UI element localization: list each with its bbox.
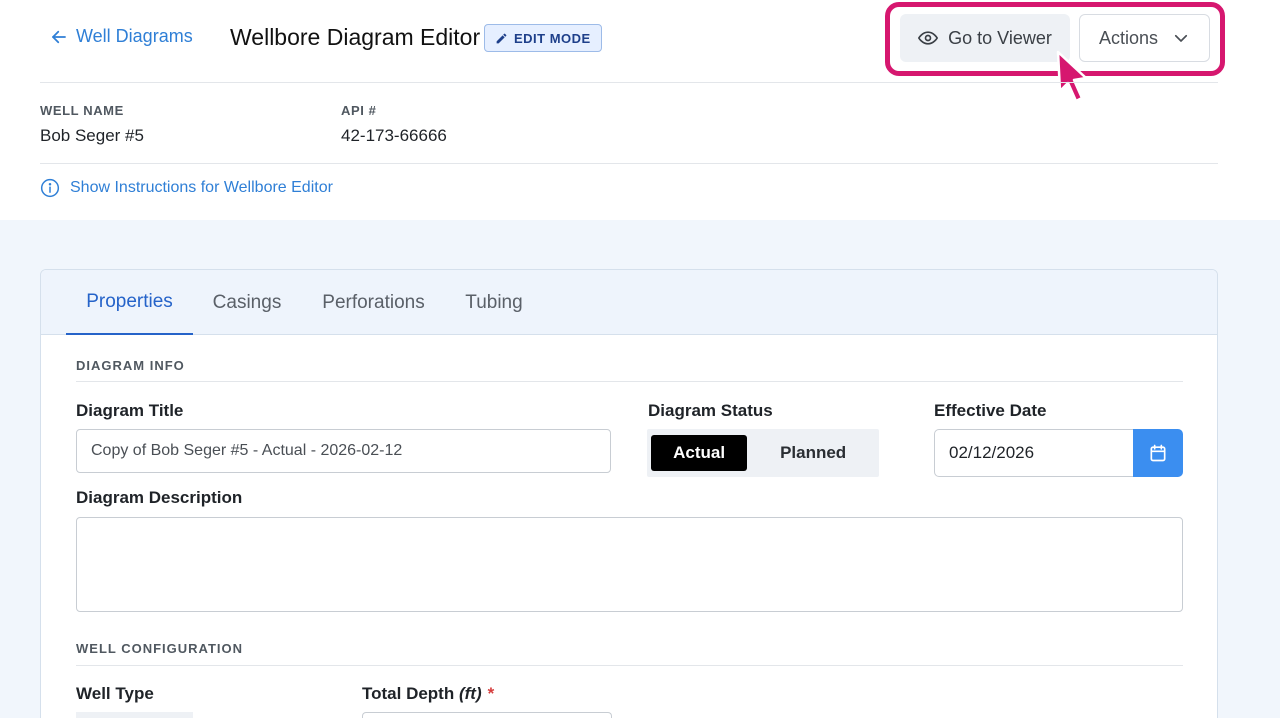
status-option-planned[interactable]: Planned	[751, 435, 875, 471]
tabs-bar: Properties Casings Perforations Tubing	[41, 270, 1217, 335]
total-depth-label: Total Depth (ft) *	[362, 684, 494, 704]
diagram-title-label: Diagram Title	[76, 401, 184, 420]
status-option-actual[interactable]: Actual	[651, 435, 748, 471]
back-link-label: Well Diagrams	[76, 26, 193, 46]
info-icon	[40, 178, 60, 198]
mouse-pointer-icon	[1056, 50, 1088, 103]
page-header: Well Diagrams Wellbore Diagram Editor ED…	[0, 0, 1280, 220]
total-depth-text: Total Depth	[362, 684, 455, 703]
diagram-description-textarea[interactable]	[76, 517, 1183, 612]
effective-date-input[interactable]: 02/12/2026	[934, 429, 1134, 477]
well-configuration-section-label: WELL CONFIGURATION	[76, 641, 244, 656]
date-picker-button[interactable]	[1133, 429, 1183, 477]
diagram-status-label: Diagram Status	[648, 401, 773, 420]
total-depth-input[interactable]	[362, 712, 612, 718]
well-name-label: WELL NAME	[40, 103, 124, 118]
show-instructions-label: Show Instructions for Wellbore Editor	[70, 179, 333, 196]
well-type-select[interactable]	[76, 712, 193, 718]
header-divider	[40, 82, 1218, 83]
show-instructions-link[interactable]: Show Instructions for Wellbore Editor	[40, 178, 333, 198]
edit-mode-label: EDIT MODE	[514, 30, 591, 46]
api-number-label: API #	[341, 103, 377, 118]
api-number-value: 42-173-66666	[341, 126, 447, 145]
diagram-info-section-label: DIAGRAM INFO	[76, 358, 185, 373]
well-type-label: Well Type	[76, 684, 154, 703]
section-divider	[76, 381, 1183, 382]
total-depth-unit: (ft)	[458, 684, 482, 703]
section-divider	[76, 665, 1183, 666]
arrow-left-icon	[52, 30, 66, 43]
pencil-icon	[496, 33, 507, 43]
tab-tubing[interactable]: Tubing	[453, 270, 535, 335]
back-to-well-diagrams-link[interactable]: Well Diagrams	[50, 26, 193, 47]
meta-divider	[40, 163, 1218, 164]
well-name-value: Bob Seger #5	[40, 126, 144, 145]
tab-properties[interactable]: Properties	[66, 270, 193, 335]
diagram-title-input[interactable]: Copy of Bob Seger #5 - Actual - 2026-02-…	[76, 429, 611, 473]
edit-mode-badge: EDIT MODE	[484, 24, 602, 52]
diagram-status-toggle: Actual Planned	[647, 429, 879, 477]
effective-date-label: Effective Date	[934, 401, 1047, 420]
calendar-icon	[1150, 444, 1166, 462]
page-title: Wellbore Diagram Editor	[230, 24, 481, 50]
tab-casings[interactable]: Casings	[201, 270, 293, 335]
diagram-description-label: Diagram Description	[76, 488, 243, 507]
editor-card: Properties Casings Perforations Tubing D…	[40, 269, 1218, 718]
tab-perforations[interactable]: Perforations	[311, 270, 436, 335]
required-marker: *	[487, 684, 495, 703]
